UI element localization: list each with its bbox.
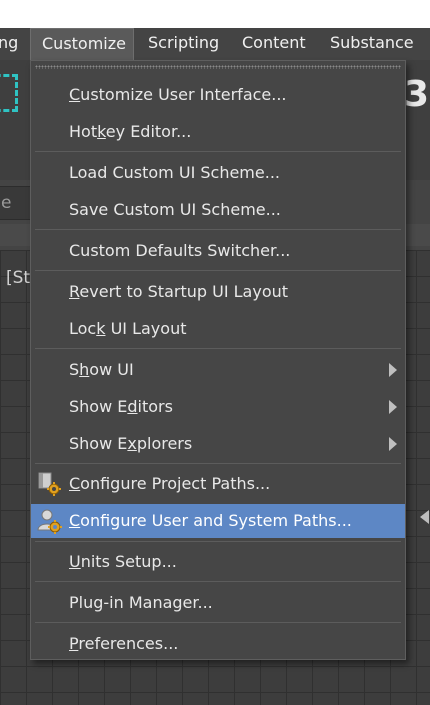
menu-item-label: Revert to Startup UI Layout bbox=[69, 282, 289, 301]
menu-item-save-ui-scheme[interactable]: Save Custom UI Scheme... bbox=[31, 193, 405, 227]
selection-region-icon[interactable] bbox=[0, 74, 18, 112]
menu-separator bbox=[35, 151, 401, 152]
menu-scripting[interactable]: Scripting bbox=[148, 28, 219, 60]
submenu-arrow-icon bbox=[389, 400, 397, 414]
menu-item-label: Units Setup... bbox=[69, 552, 177, 571]
menu-item-lock-ui-layout[interactable]: Lock UI Layout bbox=[31, 312, 405, 346]
menu-item-label: Lock UI Layout bbox=[69, 319, 187, 338]
snap-3d-icon[interactable]: 3 bbox=[404, 74, 429, 115]
menu-item-label: Show Explorers bbox=[69, 434, 193, 453]
menu-item-revert-startup-layout[interactable]: Revert to Startup UI Layout bbox=[31, 275, 405, 309]
menu-item-configure-project-paths[interactable]: Configure Project Paths... bbox=[31, 467, 405, 501]
menu-separator bbox=[35, 348, 401, 349]
menu-separator bbox=[35, 270, 401, 271]
menu-item-label: Show UI bbox=[69, 360, 134, 379]
user-paths-icon bbox=[37, 509, 62, 534]
menu-item-label: Customize User Interface... bbox=[69, 85, 287, 104]
menu-item-label: Custom Defaults Switcher... bbox=[69, 241, 291, 260]
menu-item-show-explorers[interactable]: Show Explorers bbox=[31, 427, 405, 461]
menu-item-label: Configure User and System Paths... bbox=[69, 511, 352, 530]
menu-separator bbox=[35, 229, 401, 230]
top-white-strip bbox=[0, 0, 430, 28]
menu-substance[interactable]: Substance bbox=[330, 28, 414, 60]
menu-separator bbox=[35, 541, 401, 542]
project-paths-icon bbox=[38, 472, 61, 496]
menu-ng[interactable]: ng bbox=[0, 28, 24, 60]
customize-dropdown-menu: Customize User Interface... Hotkey Edito… bbox=[30, 60, 406, 660]
menu-item-label: Plug-in Manager... bbox=[69, 593, 213, 612]
menu-separator bbox=[35, 581, 401, 582]
menu-item-units-setup[interactable]: Units Setup... bbox=[31, 545, 405, 579]
search-field[interactable]: e bbox=[0, 186, 30, 220]
menu-item-label: Show Editors bbox=[69, 397, 173, 416]
menu-item-plugin-manager[interactable]: Plug-in Manager... bbox=[31, 586, 405, 620]
menu-item-preferences[interactable]: Preferences... bbox=[31, 627, 405, 661]
search-field-text: e bbox=[1, 193, 12, 213]
menu-item-hotkey-editor[interactable]: Hotkey Editor... bbox=[31, 115, 405, 149]
menu-bar: ng Customize Scripting Content Substance bbox=[0, 28, 430, 60]
menu-item-label: Hotkey Editor... bbox=[69, 122, 192, 141]
menu-content[interactable]: Content bbox=[242, 28, 306, 60]
viewport-label[interactable]: [St bbox=[6, 268, 30, 288]
submenu-arrow-icon bbox=[389, 437, 397, 451]
menu-item-label: Save Custom UI Scheme... bbox=[69, 200, 281, 219]
menu-item-configure-user-system-paths[interactable]: Configure User and System Paths... bbox=[31, 504, 405, 538]
menu-item-show-editors[interactable]: Show Editors bbox=[31, 390, 405, 424]
menu-item-custom-defaults-switcher[interactable]: Custom Defaults Switcher... bbox=[31, 234, 405, 268]
menu-item-label: Configure Project Paths... bbox=[69, 474, 271, 493]
menu-item-show-ui[interactable]: Show UI bbox=[31, 353, 405, 387]
menu-item-load-ui-scheme[interactable]: Load Custom UI Scheme... bbox=[31, 156, 405, 190]
tear-off-handle[interactable] bbox=[35, 65, 401, 69]
menu-separator bbox=[35, 622, 401, 623]
menu-item-label: Preferences... bbox=[69, 634, 179, 653]
menu-item-label: Load Custom UI Scheme... bbox=[69, 163, 280, 182]
menu-item-customize-ui[interactable]: Customize User Interface... bbox=[31, 78, 405, 112]
menu-separator bbox=[35, 463, 401, 464]
menu-customize[interactable]: Customize bbox=[30, 28, 134, 60]
submenu-arrow-icon bbox=[389, 363, 397, 377]
panel-collapse-arrow-icon[interactable] bbox=[420, 510, 429, 524]
